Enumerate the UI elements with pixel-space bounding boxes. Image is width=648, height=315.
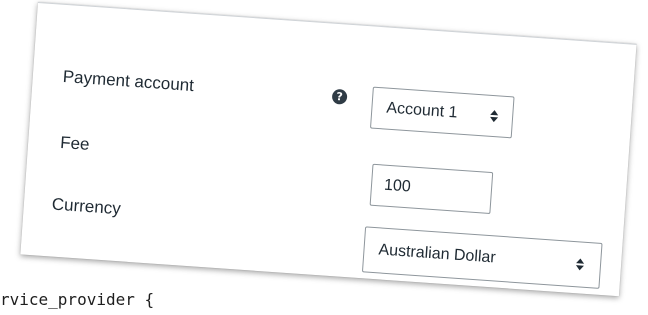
currency-select[interactable]: Australian Dollar: [361, 226, 603, 289]
select-arrows-icon: [490, 110, 499, 123]
select-arrows-icon: [576, 258, 585, 271]
payment-form-card: Payment account ? Account 1 Fee 100 Curr…: [20, 2, 637, 297]
payment-account-select[interactable]: Account 1: [369, 86, 515, 139]
question-circle-icon[interactable]: ?: [331, 88, 348, 105]
code-snippet-line: rvice_provider {: [0, 290, 155, 309]
currency-label: Currency: [51, 194, 122, 219]
payment-account-selected-value: Account 1: [385, 99, 459, 122]
currency-selected-value: Australian Dollar: [377, 241, 497, 267]
fee-label: Fee: [59, 132, 91, 154]
payment-account-label: Payment account: [62, 66, 195, 96]
screenshot-stage: Payment account ? Account 1 Fee 100 Curr…: [0, 0, 648, 315]
fee-input[interactable]: 100: [369, 163, 494, 215]
fee-input-value: 100: [383, 176, 412, 196]
